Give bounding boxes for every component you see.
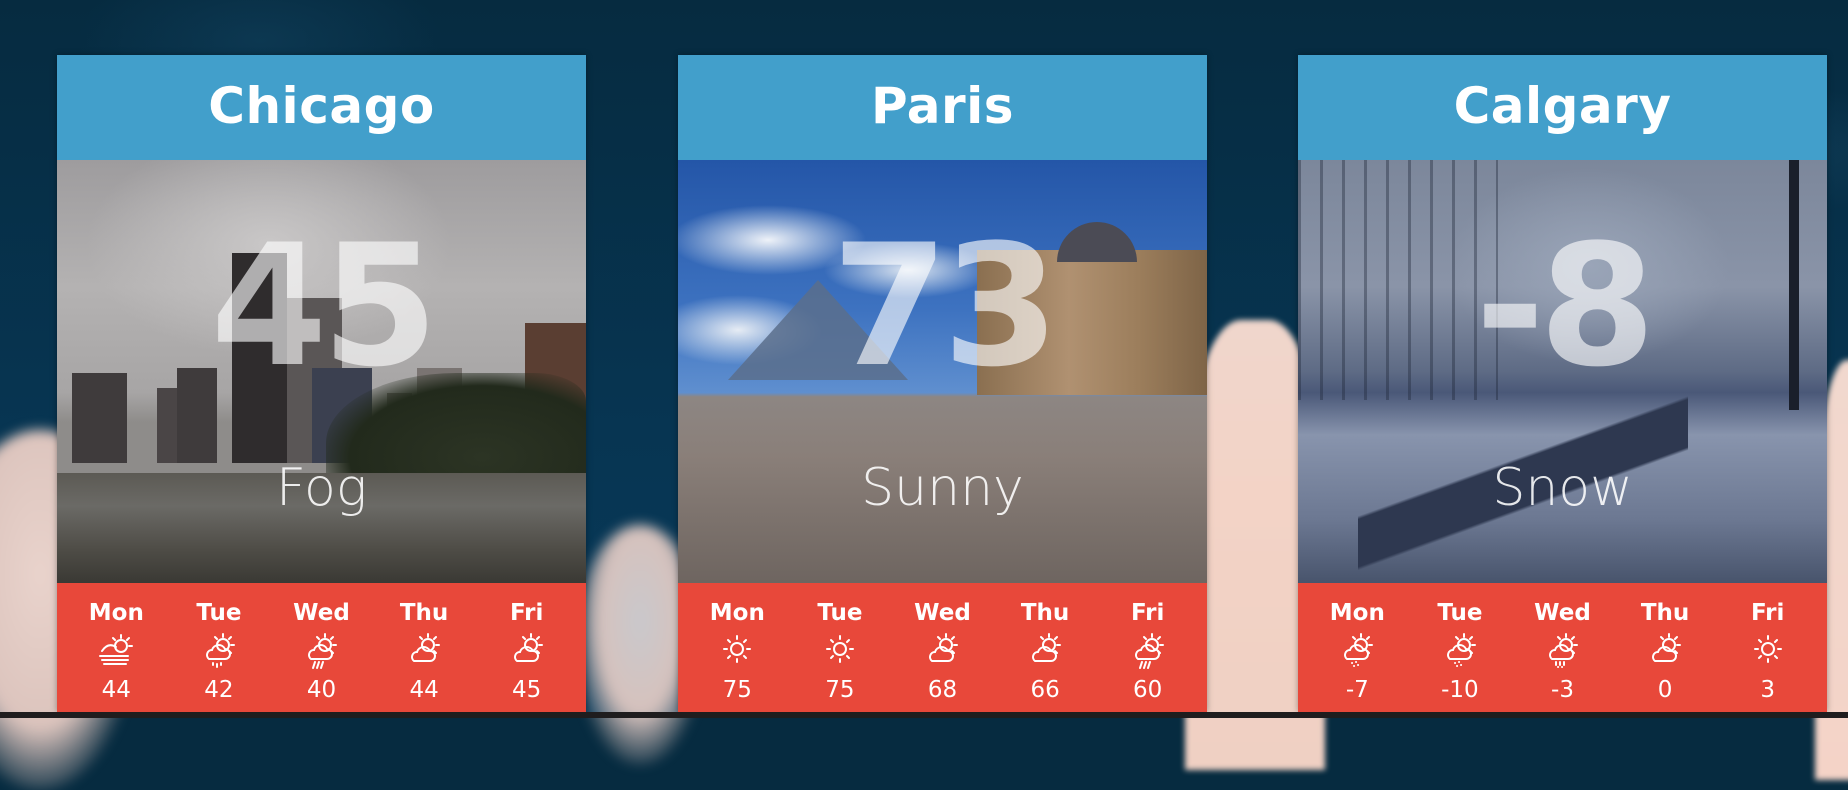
forecast-day: Wed 68 bbox=[891, 583, 994, 712]
day-name: Thu bbox=[1020, 600, 1070, 626]
card-header: Chicago bbox=[57, 55, 586, 160]
day-temperature: 40 bbox=[306, 677, 337, 703]
day-name: Mon bbox=[709, 600, 765, 626]
forecast-day: Fri 45 bbox=[475, 583, 578, 712]
day-name: Thu bbox=[1640, 600, 1690, 626]
day-temperature: 44 bbox=[409, 677, 439, 703]
day-name: Fri bbox=[509, 600, 544, 626]
partly-cloudy-icon bbox=[1023, 631, 1067, 671]
current-temperature: 45 bbox=[210, 208, 439, 404]
day-temperature: 66 bbox=[1030, 677, 1060, 703]
forecast-day: Thu 0 bbox=[1614, 583, 1717, 712]
forecast-day: Fri 60 bbox=[1096, 583, 1199, 712]
partly-cloudy-icon bbox=[402, 631, 446, 671]
forecast-day: Mon 75 bbox=[686, 583, 789, 712]
city-card-chicago[interactable]: Chicago 45 Fog Mon 44 Tue 42 Wed 40 Thu … bbox=[57, 55, 586, 712]
city-name: Paris bbox=[870, 76, 1015, 135]
five-day-forecast: Mon -7 Tue -10 Wed -3 Thu 0 Fri 3 bbox=[1298, 583, 1827, 712]
sun-icon bbox=[818, 631, 862, 671]
snow-sun-icon bbox=[1438, 631, 1482, 671]
five-day-forecast: Mon 75 Tue 75 Wed 68 Thu 66 Fri 60 bbox=[678, 583, 1207, 712]
forecast-day: Tue 75 bbox=[789, 583, 892, 712]
partly-cloudy-icon bbox=[1643, 631, 1687, 671]
forecast-day: Thu 66 bbox=[994, 583, 1097, 712]
day-temperature: 42 bbox=[204, 677, 234, 703]
forecast-day: Wed 40 bbox=[270, 583, 373, 712]
card-header: Paris bbox=[678, 55, 1207, 160]
city-name: Chicago bbox=[208, 76, 435, 135]
day-temperature: 75 bbox=[825, 677, 855, 703]
card-header: Calgary bbox=[1298, 55, 1827, 160]
partly-cloudy-icon bbox=[505, 631, 549, 671]
rain-sun-icon bbox=[299, 631, 343, 671]
day-temperature: 0 bbox=[1657, 677, 1673, 703]
city-photo: 73 Sunny bbox=[678, 160, 1207, 583]
day-temperature: 60 bbox=[1133, 677, 1163, 703]
snow-sun-icon bbox=[1335, 631, 1379, 671]
sleet-sun-icon bbox=[1540, 631, 1584, 671]
weather-condition: Sunny bbox=[861, 458, 1024, 518]
day-name: Wed bbox=[914, 600, 971, 626]
forecast-day: Wed -3 bbox=[1511, 583, 1614, 712]
day-name: Mon bbox=[88, 600, 144, 626]
fog-sun-icon bbox=[94, 631, 138, 671]
day-temperature: -10 bbox=[1441, 677, 1479, 703]
current-temperature: 73 bbox=[831, 208, 1060, 404]
day-name: Tue bbox=[196, 600, 242, 626]
sun-icon bbox=[715, 631, 759, 671]
day-temperature: -3 bbox=[1551, 677, 1574, 703]
city-card-paris[interactable]: Paris 73 Sunny Mon 75 Tue 75 Wed 68 Thu … bbox=[678, 55, 1207, 712]
forecast-day: Mon 44 bbox=[65, 583, 168, 712]
day-name: Wed bbox=[293, 600, 350, 626]
forecast-day: Tue 42 bbox=[168, 583, 271, 712]
forecast-day: Tue -10 bbox=[1409, 583, 1512, 712]
city-card-calgary[interactable]: Calgary -8 Snow Mon -7 Tue -10 Wed -3 Th… bbox=[1298, 55, 1827, 712]
day-temperature: 68 bbox=[927, 677, 958, 703]
day-temperature: 45 bbox=[512, 677, 542, 703]
city-name: Calgary bbox=[1453, 76, 1672, 135]
drizzle-sun-icon bbox=[197, 631, 241, 671]
day-name: Mon bbox=[1329, 600, 1385, 626]
day-name: Fri bbox=[1750, 600, 1785, 626]
forecast-day: Thu 44 bbox=[373, 583, 476, 712]
partly-cloudy-icon bbox=[920, 631, 964, 671]
forecast-day: Fri 3 bbox=[1716, 583, 1819, 712]
bottom-bar bbox=[0, 712, 1848, 718]
city-photo: -8 Snow bbox=[1298, 160, 1827, 583]
day-temperature: -7 bbox=[1345, 677, 1369, 703]
day-temperature: 3 bbox=[1760, 677, 1775, 703]
day-name: Wed bbox=[1534, 600, 1591, 626]
current-temperature: -8 bbox=[1475, 208, 1656, 404]
day-temperature: 75 bbox=[722, 677, 752, 703]
day-name: Thu bbox=[399, 600, 449, 626]
weather-condition: Fog bbox=[275, 458, 368, 518]
day-temperature: 44 bbox=[101, 677, 131, 703]
rain-sun-icon bbox=[1126, 631, 1170, 671]
day-name: Tue bbox=[1437, 600, 1483, 626]
weather-condition: Snow bbox=[1492, 458, 1633, 518]
city-photo: 45 Fog bbox=[57, 160, 586, 583]
day-name: Fri bbox=[1130, 600, 1165, 626]
day-name: Tue bbox=[817, 600, 863, 626]
five-day-forecast: Mon 44 Tue 42 Wed 40 Thu 44 Fri 45 bbox=[57, 583, 586, 712]
sun-icon bbox=[1746, 631, 1790, 671]
forecast-day: Mon -7 bbox=[1306, 583, 1409, 712]
